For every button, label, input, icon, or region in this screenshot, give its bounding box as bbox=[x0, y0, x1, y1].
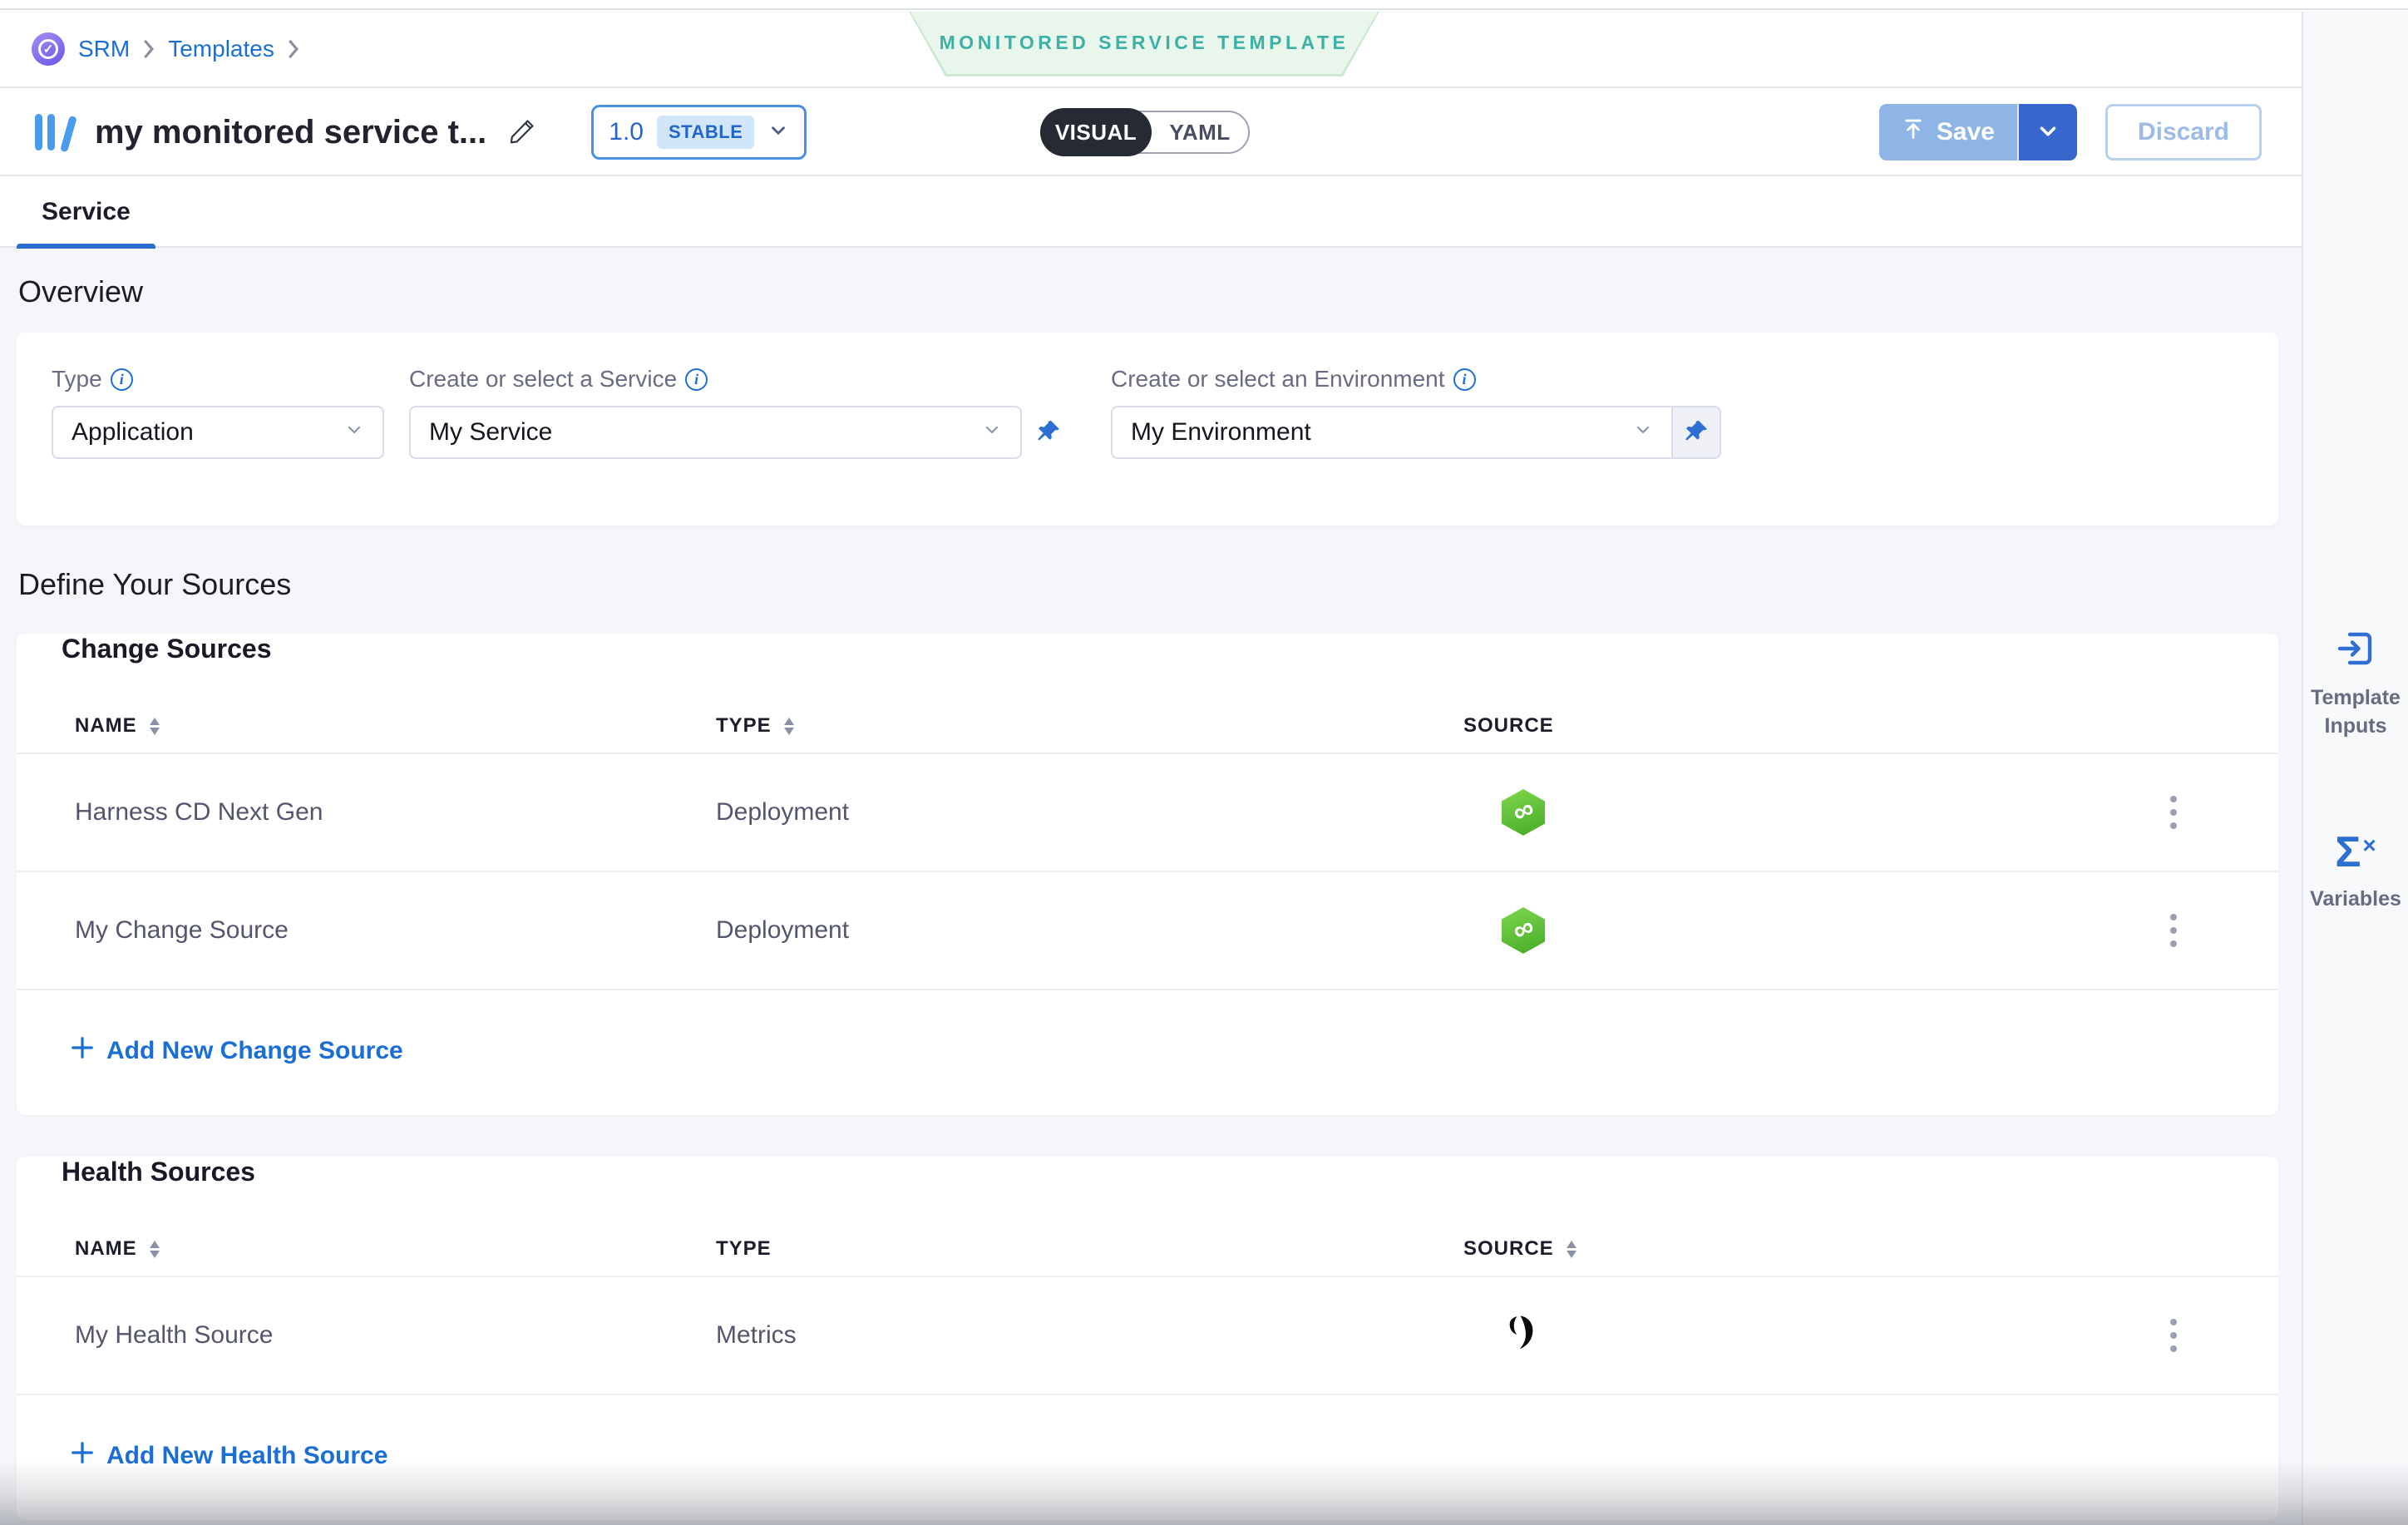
toggle-yaml[interactable]: YAML bbox=[1152, 120, 1248, 146]
main-content: Overview Type i Application Create or se… bbox=[0, 248, 2302, 1525]
sort-icon[interactable] bbox=[1566, 1241, 1577, 1258]
change-sources-card: Change Sources NAME TYPE SOURCE bbox=[17, 634, 2278, 1115]
plus-icon bbox=[70, 1035, 95, 1067]
environment-select-value: My Environment bbox=[1131, 418, 1311, 447]
plus-icon bbox=[70, 1440, 95, 1472]
monitored-service-template-page: ✓ SRM Templates MONITORED SERVICE TEMPLA… bbox=[0, 0, 2408, 1525]
health-sources-title: Health Sources bbox=[62, 1157, 2278, 1187]
template-library-icon bbox=[33, 112, 76, 152]
add-change-source-button[interactable]: Add New Change Source bbox=[70, 1035, 403, 1067]
info-icon[interactable]: i bbox=[685, 368, 708, 391]
sort-icon[interactable] bbox=[149, 1241, 160, 1258]
info-icon[interactable]: i bbox=[111, 368, 133, 391]
change-source-type: Deployment bbox=[716, 798, 1463, 827]
visual-yaml-toggle: VISUAL YAML bbox=[1040, 111, 1250, 154]
version-stable-badge: STABLE bbox=[657, 116, 754, 149]
define-sources-heading: Define Your Sources bbox=[18, 567, 2278, 602]
health-source-name: My Health Source bbox=[75, 1321, 716, 1350]
pin-environment-button[interactable] bbox=[1673, 406, 1721, 459]
chevron-down-icon bbox=[982, 418, 1002, 447]
pin-service-button[interactable] bbox=[1035, 418, 1062, 447]
upload-icon bbox=[1902, 117, 1925, 147]
health-sources-card: Health Sources NAME TYPE SOURCE bbox=[17, 1157, 2278, 1520]
active-tab-indicator bbox=[17, 244, 155, 249]
column-type: TYPE bbox=[716, 1237, 772, 1261]
sigma-x-icon: Σ× bbox=[2335, 831, 2376, 874]
toggle-visual[interactable]: VISUAL bbox=[1040, 108, 1152, 156]
environment-select[interactable]: My Environment bbox=[1111, 406, 1673, 459]
column-source: SOURCE bbox=[1463, 1237, 1554, 1261]
type-field-label: Type bbox=[52, 366, 102, 392]
page-title: my monitored service t... bbox=[95, 114, 486, 151]
save-options-button[interactable] bbox=[2019, 104, 2077, 160]
table-row[interactable]: My Change Source Deployment ∞ bbox=[17, 872, 2278, 990]
variables-button[interactable]: Σ× Variables bbox=[2310, 831, 2401, 914]
sort-icon[interactable] bbox=[783, 718, 795, 735]
row-menu-button[interactable] bbox=[2162, 1310, 2185, 1360]
service-select-value: My Service bbox=[429, 418, 552, 447]
column-name: NAME bbox=[75, 1237, 137, 1261]
pin-icon bbox=[1683, 418, 1710, 447]
table-row[interactable]: Harness CD Next Gen Deployment ∞ bbox=[17, 754, 2278, 872]
chevron-down-icon bbox=[2035, 119, 2060, 146]
harness-cd-icon: ∞ bbox=[1502, 789, 1545, 836]
health-sources-table-header: NAME TYPE SOURCE bbox=[17, 1222, 2278, 1277]
column-source: SOURCE bbox=[1463, 714, 1554, 738]
info-icon[interactable]: i bbox=[1453, 368, 1476, 391]
template-type-badge-label: MONITORED SERVICE TEMPLATE bbox=[940, 32, 1350, 54]
version-selector[interactable]: 1.0 STABLE bbox=[591, 105, 807, 160]
chevron-right-icon bbox=[286, 38, 301, 60]
pencil-icon bbox=[508, 117, 536, 148]
template-type-badge: MONITORED SERVICE TEMPLATE bbox=[909, 12, 1379, 76]
edit-title-button[interactable] bbox=[508, 117, 536, 148]
right-rail: Template Inputs Σ× Variables bbox=[2302, 12, 2408, 1525]
chevron-down-icon bbox=[767, 120, 789, 146]
type-select-value: Application bbox=[72, 418, 194, 447]
change-sources-title: Change Sources bbox=[62, 634, 2278, 664]
chevron-right-icon bbox=[141, 38, 156, 60]
tab-service-label: Service bbox=[42, 198, 131, 226]
service-field-label: Create or select a Service bbox=[409, 366, 677, 392]
harness-cd-icon: ∞ bbox=[1502, 907, 1545, 954]
environment-field-label: Create or select an Environment bbox=[1111, 366, 1445, 392]
save-button-label: Save bbox=[1937, 118, 1995, 146]
chevron-down-icon bbox=[1633, 418, 1653, 447]
service-select[interactable]: My Service bbox=[409, 406, 1022, 459]
type-select[interactable]: Application bbox=[52, 406, 384, 459]
template-header: my monitored service t... 1.0 STABLE VIS… bbox=[0, 90, 2302, 176]
column-type: TYPE bbox=[716, 714, 772, 738]
template-inputs-icon bbox=[2336, 629, 2376, 673]
change-source-name: Harness CD Next Gen bbox=[75, 798, 716, 827]
health-source-type: Metrics bbox=[716, 1321, 1463, 1350]
add-health-source-button[interactable]: Add New Health Source bbox=[70, 1440, 387, 1472]
add-change-source-label: Add New Change Source bbox=[106, 1037, 403, 1065]
sort-icon[interactable] bbox=[149, 718, 160, 735]
template-inputs-button[interactable]: Template Inputs bbox=[2303, 629, 2408, 741]
overview-heading: Overview bbox=[18, 274, 2278, 309]
chevron-down-icon bbox=[344, 418, 364, 447]
overview-card: Type i Application Create or select a Se… bbox=[17, 333, 2278, 526]
change-source-type: Deployment bbox=[716, 916, 1463, 945]
variables-label: Variables bbox=[2310, 886, 2401, 914]
appdynamics-icon bbox=[1502, 1313, 1540, 1359]
breadcrumb-link-srm[interactable]: SRM bbox=[78, 36, 130, 62]
change-source-name: My Change Source bbox=[75, 916, 716, 945]
save-split-button: Save bbox=[1879, 104, 2077, 160]
discard-button[interactable]: Discard bbox=[2105, 104, 2262, 160]
row-menu-button[interactable] bbox=[2162, 787, 2185, 837]
row-menu-button[interactable] bbox=[2162, 906, 2185, 955]
add-health-source-label: Add New Health Source bbox=[106, 1442, 387, 1470]
tab-service[interactable]: Service bbox=[17, 177, 155, 247]
column-name: NAME bbox=[75, 714, 137, 738]
srm-logo-icon: ✓ bbox=[32, 32, 65, 66]
version-number: 1.0 bbox=[609, 118, 644, 146]
table-row[interactable]: My Health Source Metrics bbox=[17, 1277, 2278, 1395]
breadcrumb-link-templates[interactable]: Templates bbox=[168, 36, 274, 62]
pin-icon bbox=[1035, 418, 1062, 447]
tab-bar: Service bbox=[0, 178, 2302, 248]
save-button[interactable]: Save bbox=[1879, 104, 2019, 160]
template-inputs-label: Template Inputs bbox=[2303, 684, 2408, 741]
change-sources-table-header: NAME TYPE SOURCE bbox=[17, 699, 2278, 754]
top-divider bbox=[0, 0, 2408, 10]
